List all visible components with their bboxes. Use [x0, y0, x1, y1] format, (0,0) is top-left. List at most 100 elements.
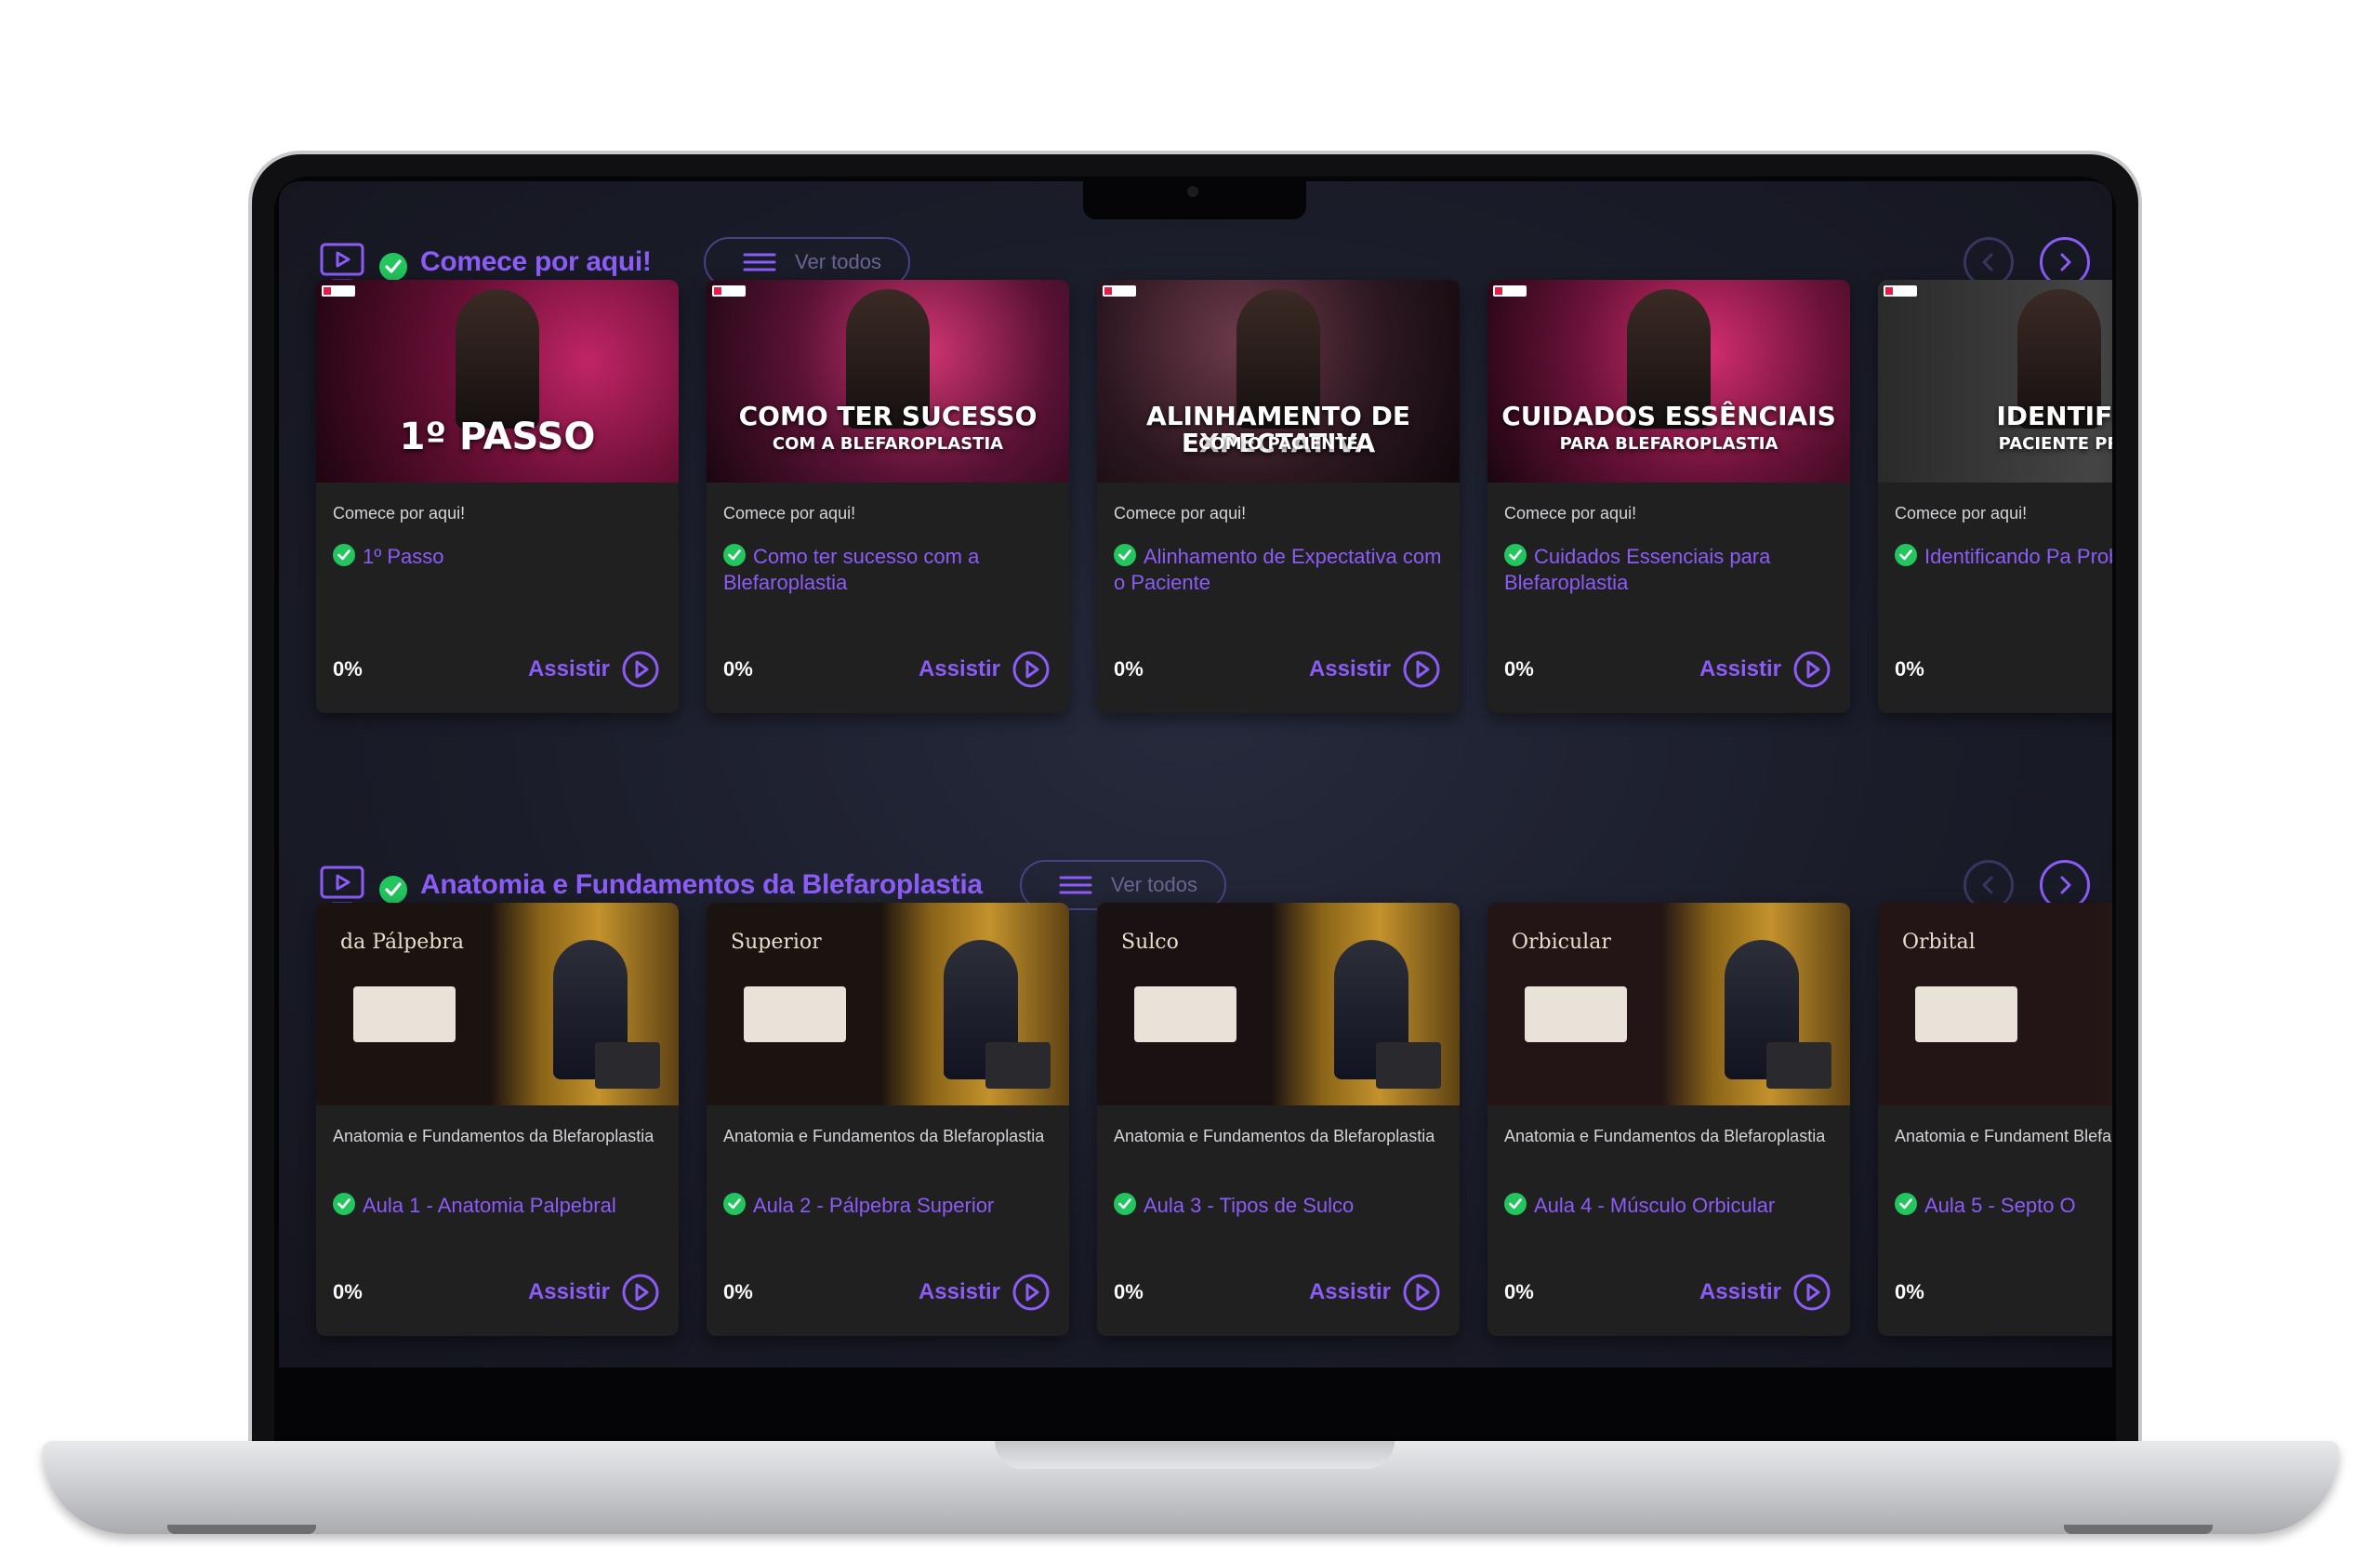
check-circle-icon [379, 876, 407, 904]
camera-icon [1187, 186, 1198, 197]
play-circle-icon [1793, 1274, 1831, 1311]
assistir-label: Assistir [1699, 1279, 1781, 1304]
check-circle-icon [723, 1193, 746, 1215]
tv-play-icon [320, 243, 364, 283]
assistir-button[interactable]: Assistir [1309, 648, 1441, 691]
lesson-title[interactable]: Aula 4 - Músculo Orbicular [1504, 1193, 1839, 1219]
card-module-name: Comece por aqui! [723, 504, 856, 522]
assistir-label: Assistir [918, 656, 1000, 681]
lesson-thumbnail[interactable]: COMO TER SUCESSO COM A BLEFAROPLASTIA [707, 280, 1069, 483]
course-card[interactable]: ALINHAMENTO DE EXPECTATIVA COM O PACIENTE… [1097, 280, 1460, 713]
card-carousel: 1º PASSO Comece por aqui! 1º Passo 0% Assist… [316, 280, 2112, 726]
lesson-title[interactable]: Aula 2 - Pálpebra Superior [723, 1193, 1058, 1219]
thumbnail-title: COMO TER SUCESSO [738, 401, 1038, 431]
course-card[interactable]: 1º PASSO Comece por aqui! 1º Passo 0% Assist… [316, 280, 679, 713]
lesson-title[interactable]: 1º Passo [333, 544, 668, 570]
lesson-title[interactable]: Aula 1 - Anatomia Palpebral [333, 1193, 668, 1219]
course-card[interactable]: Superior Anatomia e Fundamentos da Blefar… [707, 903, 1069, 1336]
check-circle-icon [1504, 1193, 1527, 1215]
lesson-title[interactable]: Aula 3 - Tipos de Sulco [1114, 1193, 1448, 1219]
ver-todos-label: Ver todos [795, 250, 881, 273]
course-card[interactable]: da Pálpebra Anatomia e Fundamentos da Ble… [316, 903, 679, 1336]
camera-notch [1083, 177, 1306, 219]
section-title: Anatomia e Fundamentos da Blefaroplastia [420, 869, 983, 900]
thumbnail-subtitle: COM O PACIENTE [1198, 434, 1358, 454]
thumbnail-subtitle: COM A BLEFAROPLASTIA [772, 434, 1004, 454]
thumbnail-title: CUIDADOS ESSÊNCIAIS [1501, 401, 1836, 431]
laptop-prop [1376, 1042, 1441, 1089]
assistir-button[interactable]: Assistir [528, 648, 660, 691]
progress-percent: 0% [1114, 657, 1144, 681]
lesson-thumbnail[interactable]: Superior [707, 903, 1069, 1105]
card-module-name: Comece por aqui! [333, 504, 466, 522]
assistir-button[interactable]: Assistir [1309, 1271, 1441, 1314]
lesson-thumbnail[interactable]: da Pálpebra [316, 903, 679, 1105]
play-circle-icon [1012, 1274, 1050, 1311]
brand-logo [1103, 285, 1136, 297]
course-card[interactable]: Orbital Anatomia e Fundament Blefaroplast… [1878, 903, 2112, 1336]
lesson-title[interactable]: Como ter sucesso com a Blefaroplastia [723, 544, 1058, 596]
check-circle-icon [723, 544, 746, 566]
laptop-prop [595, 1042, 660, 1089]
progress-percent: 0% [723, 1280, 753, 1303]
lesson-thumbnail[interactable]: ALINHAMENTO DE EXPECTATIVA COM O PACIENTE [1097, 280, 1460, 483]
lesson-thumbnail[interactable]: Sulco [1097, 903, 1460, 1105]
card-module-name: Anatomia e Fundamentos da Blefaroplastia [723, 1127, 1045, 1145]
brand-logo [322, 285, 355, 297]
course-card[interactable]: IDENTIFI PACIENTE PR Comece por aqui! Ident… [1878, 280, 2112, 713]
assistir-label: Assistir [1308, 1279, 1391, 1304]
check-circle-icon [1504, 544, 1527, 566]
lesson-title-text: Aula 1 - Anatomia Palpebral [363, 1194, 616, 1217]
chevron-left-icon [1982, 253, 1993, 271]
chevron-left-icon [1982, 876, 1993, 894]
card-module-name: Anatomia e Fundamentos da Blefaroplastia [1504, 1127, 1826, 1145]
lesson-thumbnail[interactable]: 1º PASSO [316, 280, 679, 483]
course-card[interactable]: Sulco Anatomia e Fundamentos da Blefaropl… [1097, 903, 1460, 1336]
assistir-label: Assistir [1308, 656, 1391, 681]
card-module-name: Anatomia e Fundamentos da Blefaroplastia [333, 1127, 654, 1145]
assistir-button[interactable]: Assistir [1699, 648, 1831, 691]
check-circle-icon [1895, 1193, 1917, 1215]
assistir-button[interactable]: Assistir [528, 1271, 660, 1314]
play-circle-icon [622, 651, 659, 688]
assistir-button[interactable]: Assistir [919, 1271, 1051, 1314]
play-circle-icon [1403, 1274, 1440, 1311]
check-circle-icon [333, 544, 355, 566]
lesson-title[interactable]: Identificando Pa Problema [1895, 544, 2112, 570]
assistir-label: Assistir [527, 656, 610, 681]
lesson-title[interactable]: Aula 5 - Septo O [1895, 1193, 2112, 1219]
thumbnail-subtitle: PACIENTE PR [1998, 434, 2112, 454]
lesson-title[interactable]: Cuidados Essenciais para Blefaroplastia [1504, 544, 1839, 596]
lesson-title[interactable]: Alinhamento de Expectativa com o Pacient… [1114, 544, 1448, 596]
slide-heading: da Pálpebra [340, 931, 464, 954]
lesson-thumbnail[interactable]: CUIDADOS ESSÊNCIAIS PARA BLEFAROPLASTIA [1488, 280, 1850, 483]
laptop-foot [2064, 1525, 2213, 1534]
slide-heading: Orbital [1902, 931, 1976, 954]
assistir-button[interactable]: Assistir [1699, 1271, 1831, 1314]
brand-logo [1884, 285, 1917, 297]
course-card[interactable]: Orbicular Anatomia e Fundamentos da Blefa… [1488, 903, 1850, 1336]
lesson-title-text: Aula 4 - Músculo Orbicular [1534, 1194, 1776, 1217]
slide-illustration [353, 986, 456, 1042]
thumbnail-title: 1º PASSO [399, 416, 596, 458]
course-card[interactable]: CUIDADOS ESSÊNCIAIS PARA BLEFAROPLASTIA Co… [1488, 280, 1850, 713]
lesson-thumbnail[interactable]: Orbital [1878, 903, 2112, 1105]
card-module-name: Comece por aqui! [1895, 504, 2028, 522]
progress-percent: 0% [1895, 657, 1924, 681]
play-circle-icon [1403, 651, 1440, 688]
laptop-foot [167, 1525, 316, 1534]
thumbnail-title: IDENTIFI [1996, 401, 2112, 431]
assistir-button[interactable]: Assistir [919, 648, 1051, 691]
menu-icon [743, 253, 776, 271]
course-card[interactable]: COMO TER SUCESSO COM A BLEFAROPLASTIA Come… [707, 280, 1069, 713]
lesson-title-text: Identificando Pa Problema [1924, 545, 2112, 568]
play-circle-icon [622, 1274, 659, 1311]
lesson-thumbnail[interactable]: IDENTIFI PACIENTE PR [1878, 280, 2112, 483]
progress-percent: 0% [1114, 1280, 1144, 1303]
laptop-prop [985, 1042, 1051, 1089]
assistir-label: Assistir [527, 1279, 610, 1304]
lesson-thumbnail[interactable]: Orbicular [1488, 903, 1850, 1105]
card-module-name: Anatomia e Fundament Blefaroplastia [1895, 1127, 2112, 1145]
check-circle-icon [333, 1193, 355, 1215]
progress-percent: 0% [1895, 1280, 1924, 1303]
